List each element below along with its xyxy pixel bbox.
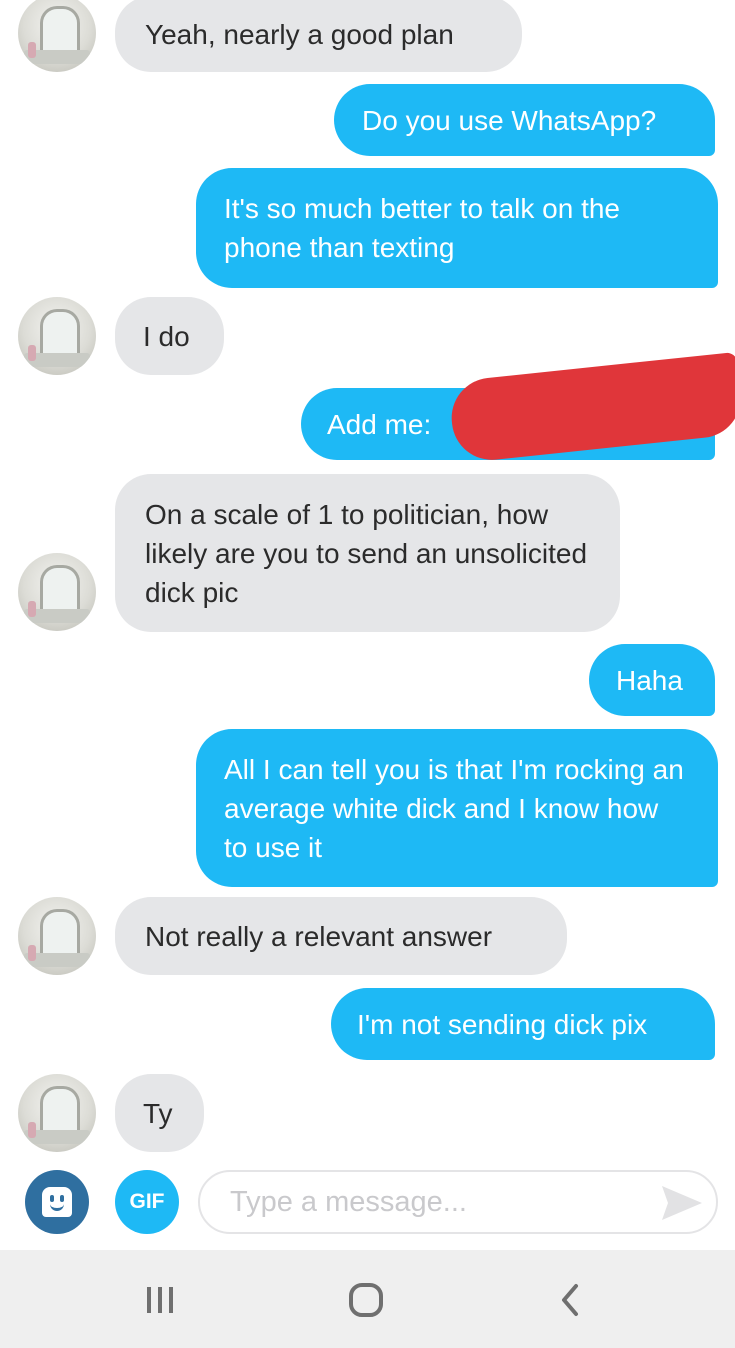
sent-message: Haha xyxy=(589,644,715,716)
contact-avatar[interactable] xyxy=(18,297,96,375)
received-message: I do xyxy=(115,297,224,375)
sticker-button[interactable] xyxy=(25,1170,89,1234)
received-message: Ty xyxy=(115,1074,204,1152)
home-button[interactable] xyxy=(336,1278,396,1322)
contact-avatar[interactable] xyxy=(18,553,96,631)
back-button[interactable] xyxy=(541,1278,601,1322)
sent-message: All I can tell you is that I'm rocking a… xyxy=(196,729,718,887)
home-icon xyxy=(349,1283,383,1317)
received-message: Not really a relevant answer xyxy=(115,897,567,975)
system-navigation-bar xyxy=(0,1250,735,1348)
recent-apps-button[interactable] xyxy=(130,1278,190,1322)
message-composer: GIF Type a message... xyxy=(0,1160,735,1250)
contact-avatar[interactable] xyxy=(18,0,96,72)
contact-avatar[interactable] xyxy=(18,1074,96,1152)
received-message: Yeah, nearly a good plan xyxy=(115,0,522,72)
sent-message: I'm not sending dick pix xyxy=(331,988,715,1060)
back-chevron-icon xyxy=(562,1284,578,1316)
gif-button[interactable]: GIF xyxy=(115,1170,179,1234)
sticker-face-icon xyxy=(42,1187,72,1217)
sent-message: It's so much better to talk on the phone… xyxy=(196,168,718,288)
sent-message: Do you use WhatsApp? xyxy=(334,84,715,156)
received-message: On a scale of 1 to politician, how likel… xyxy=(115,474,620,632)
contact-avatar[interactable] xyxy=(18,897,96,975)
send-arrow-icon[interactable] xyxy=(660,1184,704,1222)
message-input[interactable]: Type a message... xyxy=(198,1170,718,1234)
recent-apps-icon xyxy=(147,1287,173,1313)
